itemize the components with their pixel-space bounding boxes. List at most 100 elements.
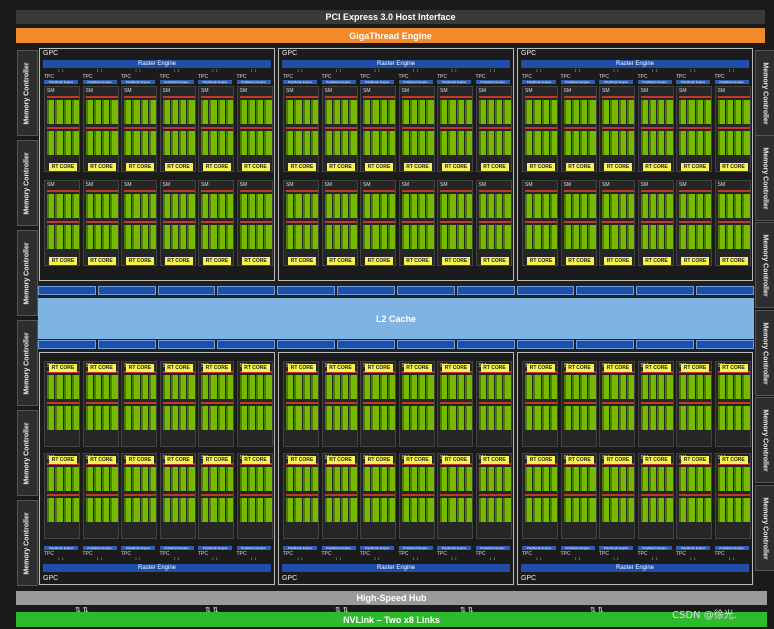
cuda-core	[179, 467, 187, 491]
cuda-core	[294, 100, 302, 124]
cuda-core	[486, 225, 494, 249]
cuda-core	[162, 225, 170, 249]
cuda-core	[549, 375, 557, 399]
cuda-core	[456, 375, 464, 399]
cuda-core	[132, 131, 140, 155]
cuda-core	[495, 375, 503, 399]
rt-core: RT CORE	[87, 163, 116, 171]
cuda-core	[679, 498, 687, 522]
crossbar-segment	[97, 286, 156, 295]
cuda-core	[302, 498, 310, 522]
sm-register-strip	[401, 190, 434, 192]
cuda-core	[102, 467, 110, 491]
sm-register-strip	[239, 221, 272, 223]
cuda-core	[239, 375, 247, 399]
cuda-core-block	[717, 100, 750, 124]
cuda-core-block	[563, 131, 596, 155]
cuda-core	[665, 194, 673, 218]
sm-label: SM	[162, 182, 171, 188]
cuda-core	[588, 131, 596, 155]
hub-arrow-icon: ⇅ ⇅	[590, 607, 604, 614]
sm-register-strip	[124, 190, 156, 192]
sm-label: SM	[640, 88, 649, 94]
sm-register-strip	[124, 402, 156, 404]
cuda-core	[371, 375, 379, 399]
polymorph-engine: PolyMorph Engine	[522, 546, 556, 550]
cuda-core	[132, 225, 140, 249]
sm-register-strip	[440, 190, 472, 192]
memory-controller: Memory Controller	[755, 310, 774, 396]
cuda-core-block	[85, 100, 118, 124]
polymorph-engine: PolyMorph Engine	[599, 80, 633, 84]
cuda-core	[371, 131, 379, 155]
streaming-multiprocessor: SMRT CORE	[283, 86, 319, 172]
cuda-core	[286, 406, 294, 430]
rt-core: RT CORE	[241, 364, 270, 372]
cuda-core	[187, 406, 195, 430]
streaming-multiprocessor: SMRT CORE	[676, 453, 712, 539]
rt-core: RT CORE	[164, 364, 193, 372]
rt-core: RT CORE	[565, 364, 594, 372]
rt-core: RT CORE	[565, 163, 594, 171]
cuda-core	[239, 467, 247, 491]
cuda-core	[717, 375, 725, 399]
cuda-core	[478, 131, 486, 155]
cuda-core	[533, 406, 541, 430]
streaming-multiprocessor: SMRT CORE	[637, 86, 674, 172]
cuda-core	[294, 375, 302, 399]
cuda-core	[371, 194, 379, 218]
cuda-core-block	[640, 498, 673, 522]
cuda-core	[464, 225, 472, 249]
rt-core: RT CORE	[480, 163, 509, 171]
cuda-core-block	[286, 225, 318, 249]
cuda-core	[448, 100, 456, 124]
memory-controller-label: Memory Controller	[24, 331, 32, 395]
cuda-core	[657, 225, 665, 249]
streaming-multiprocessor: SMRT CORE	[560, 361, 597, 447]
rt-core: RT CORE	[326, 163, 355, 171]
crossbar-segment	[696, 340, 754, 349]
cuda-core	[162, 131, 170, 155]
sm-register-strip	[602, 402, 634, 404]
cuda-core	[63, 467, 71, 491]
gpc-label: GPC	[521, 50, 537, 57]
cuda-core	[401, 406, 409, 430]
cuda-core	[717, 498, 725, 522]
cuda-core-block	[286, 131, 318, 155]
cuda-core	[264, 406, 272, 430]
cuda-core	[324, 375, 332, 399]
cuda-core	[426, 225, 434, 249]
cuda-core	[602, 498, 610, 522]
sm-register-strip	[85, 221, 118, 223]
cuda-core-block	[717, 194, 750, 218]
polymorph-engine: PolyMorph Engine	[599, 546, 633, 550]
cuda-core	[571, 467, 579, 491]
cuda-core	[687, 194, 695, 218]
tpc-arrows: ↕ ↕	[335, 556, 342, 562]
sm-register-strip	[286, 190, 318, 192]
cuda-core-block	[602, 498, 634, 522]
cuda-core	[132, 467, 140, 491]
sm-register-strip	[440, 221, 472, 223]
sm-label: SM	[440, 88, 448, 94]
cuda-core	[440, 194, 448, 218]
cuda-core-block	[324, 131, 357, 155]
cuda-core	[588, 194, 596, 218]
cuda-core	[225, 406, 233, 430]
sm-register-strip	[324, 127, 357, 129]
polymorph-engine: PolyMorph Engine	[437, 80, 471, 84]
cuda-core	[610, 100, 618, 124]
cuda-core	[618, 467, 626, 491]
rt-core: RT CORE	[326, 364, 355, 372]
cuda-core	[132, 100, 140, 124]
cuda-core	[618, 100, 626, 124]
cuda-core	[264, 375, 272, 399]
tpc-arrows: ↕ ↕	[134, 556, 142, 562]
streaming-multiprocessor: SMRT CORE	[398, 361, 435, 447]
rt-core: RT CORE	[604, 257, 632, 265]
gpc-label: GPC	[521, 575, 537, 582]
cuda-core	[618, 375, 626, 399]
cuda-core	[148, 498, 156, 522]
rt-core: RT CORE	[565, 257, 594, 265]
cuda-core-block	[162, 131, 195, 155]
